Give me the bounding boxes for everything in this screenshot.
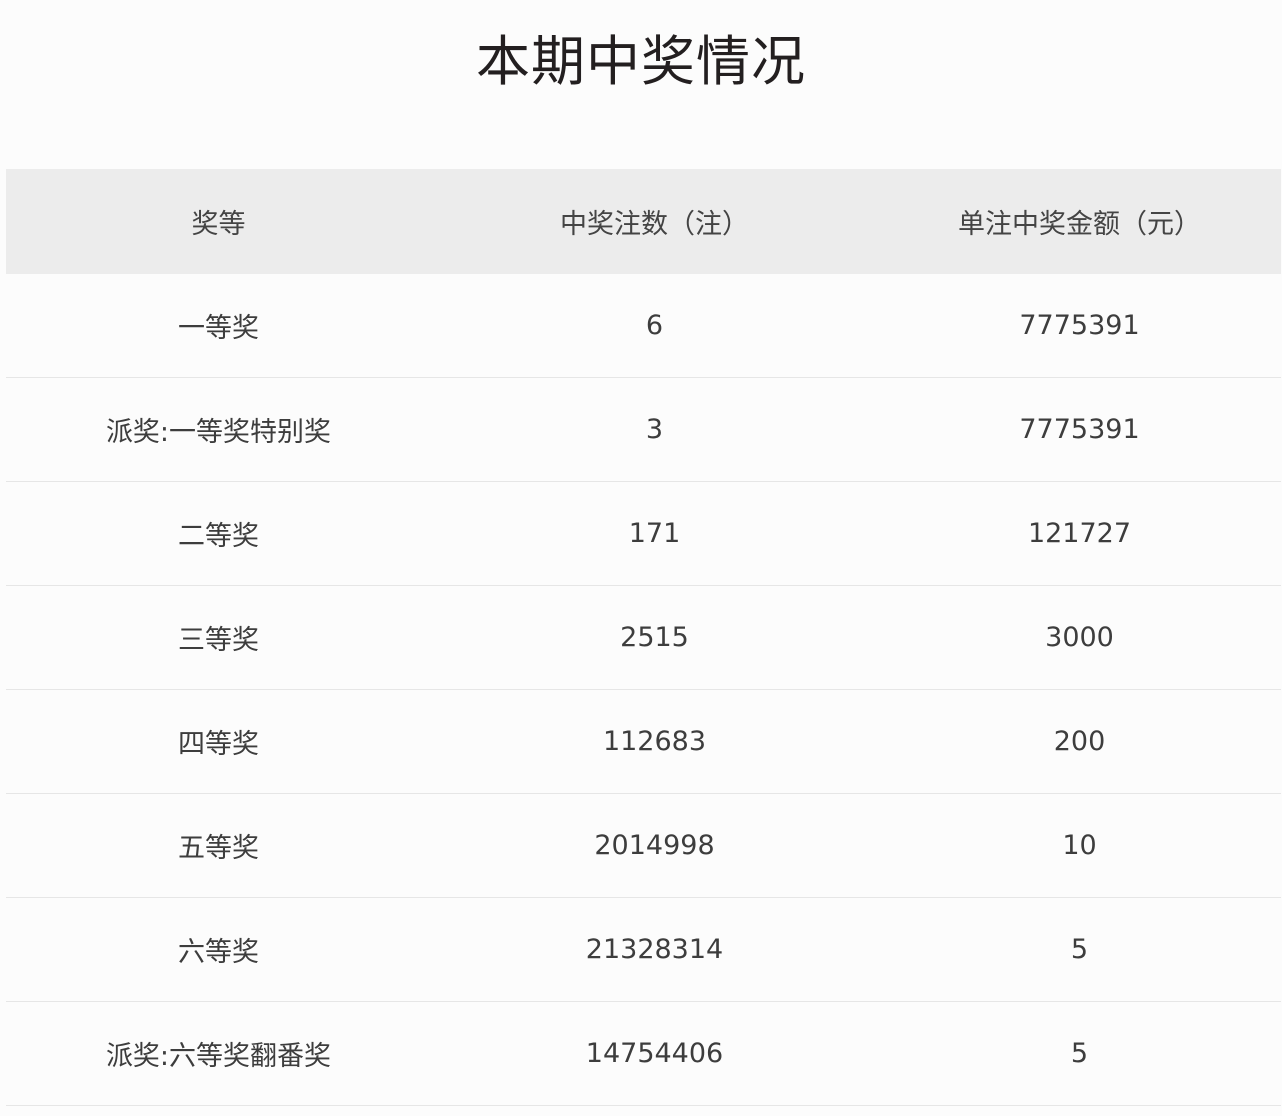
prize-amount-cell: 3000 <box>1045 622 1114 653</box>
winning-count-cell: 14754406 <box>585 1038 724 1069</box>
prize-level-cell: 派奖:一等奖特别奖 <box>105 417 332 448</box>
prize-amount-cell: 5 <box>1070 934 1089 965</box>
prize-table: 奖等 中奖注数（注） 单注中奖金额（元） 一等奖 6 7775391 派奖:一等… <box>6 169 1281 1106</box>
winning-count-cell: 2014998 <box>594 830 715 861</box>
table-row: 派奖:一等奖特别奖 3 7775391 <box>6 378 1281 482</box>
winning-count-cell: 112683 <box>602 726 707 757</box>
winning-count-cell: 21328314 <box>585 934 724 965</box>
table-row: 五等奖 2014998 10 <box>6 794 1281 898</box>
prize-level-cell: 三等奖 <box>178 625 259 656</box>
table-row: 派奖:六等奖翻番奖 14754406 5 <box>6 1002 1281 1106</box>
prize-amount-cell: 10 <box>1062 830 1097 861</box>
winning-count-cell: 171 <box>628 518 681 549</box>
prize-amount-cell: 5 <box>1070 1038 1089 1069</box>
page: 本期中奖情况 奖等 中奖注数（注） 单注中奖金额（元） 一等奖 6 777539… <box>0 0 1282 1116</box>
table-header-row: 奖等 中奖注数（注） 单注中奖金额（元） <box>6 169 1281 274</box>
table-row: 三等奖 2515 3000 <box>6 586 1281 690</box>
prize-level-cell: 二等奖 <box>178 521 259 552</box>
header-prize-level: 奖等 <box>191 209 246 240</box>
table-row: 四等奖 112683 200 <box>6 690 1281 794</box>
prize-level-cell: 六等奖 <box>178 937 259 968</box>
prize-amount-cell: 7775391 <box>1019 310 1140 341</box>
prize-amount-cell: 7775391 <box>1019 414 1140 445</box>
winning-count-cell: 6 <box>645 310 664 341</box>
prize-level-cell: 一等奖 <box>178 313 259 344</box>
prize-amount-cell: 200 <box>1053 726 1106 757</box>
table-row: 六等奖 21328314 5 <box>6 898 1281 1002</box>
winning-count-cell: 3 <box>645 414 664 445</box>
prize-amount-cell: 121727 <box>1027 518 1132 549</box>
winning-count-cell: 2515 <box>620 622 689 653</box>
table-row: 一等奖 6 7775391 <box>6 274 1281 378</box>
page-title: 本期中奖情况 <box>476 30 806 93</box>
header-prize-amount: 单注中奖金额（元） <box>958 209 1201 240</box>
prize-level-cell: 四等奖 <box>178 729 259 760</box>
prize-level-cell: 派奖:六等奖翻番奖 <box>105 1041 332 1072</box>
prize-level-cell: 五等奖 <box>178 833 259 864</box>
header-winning-count: 中奖注数（注） <box>560 209 749 240</box>
table-row: 二等奖 171 121727 <box>6 482 1281 586</box>
